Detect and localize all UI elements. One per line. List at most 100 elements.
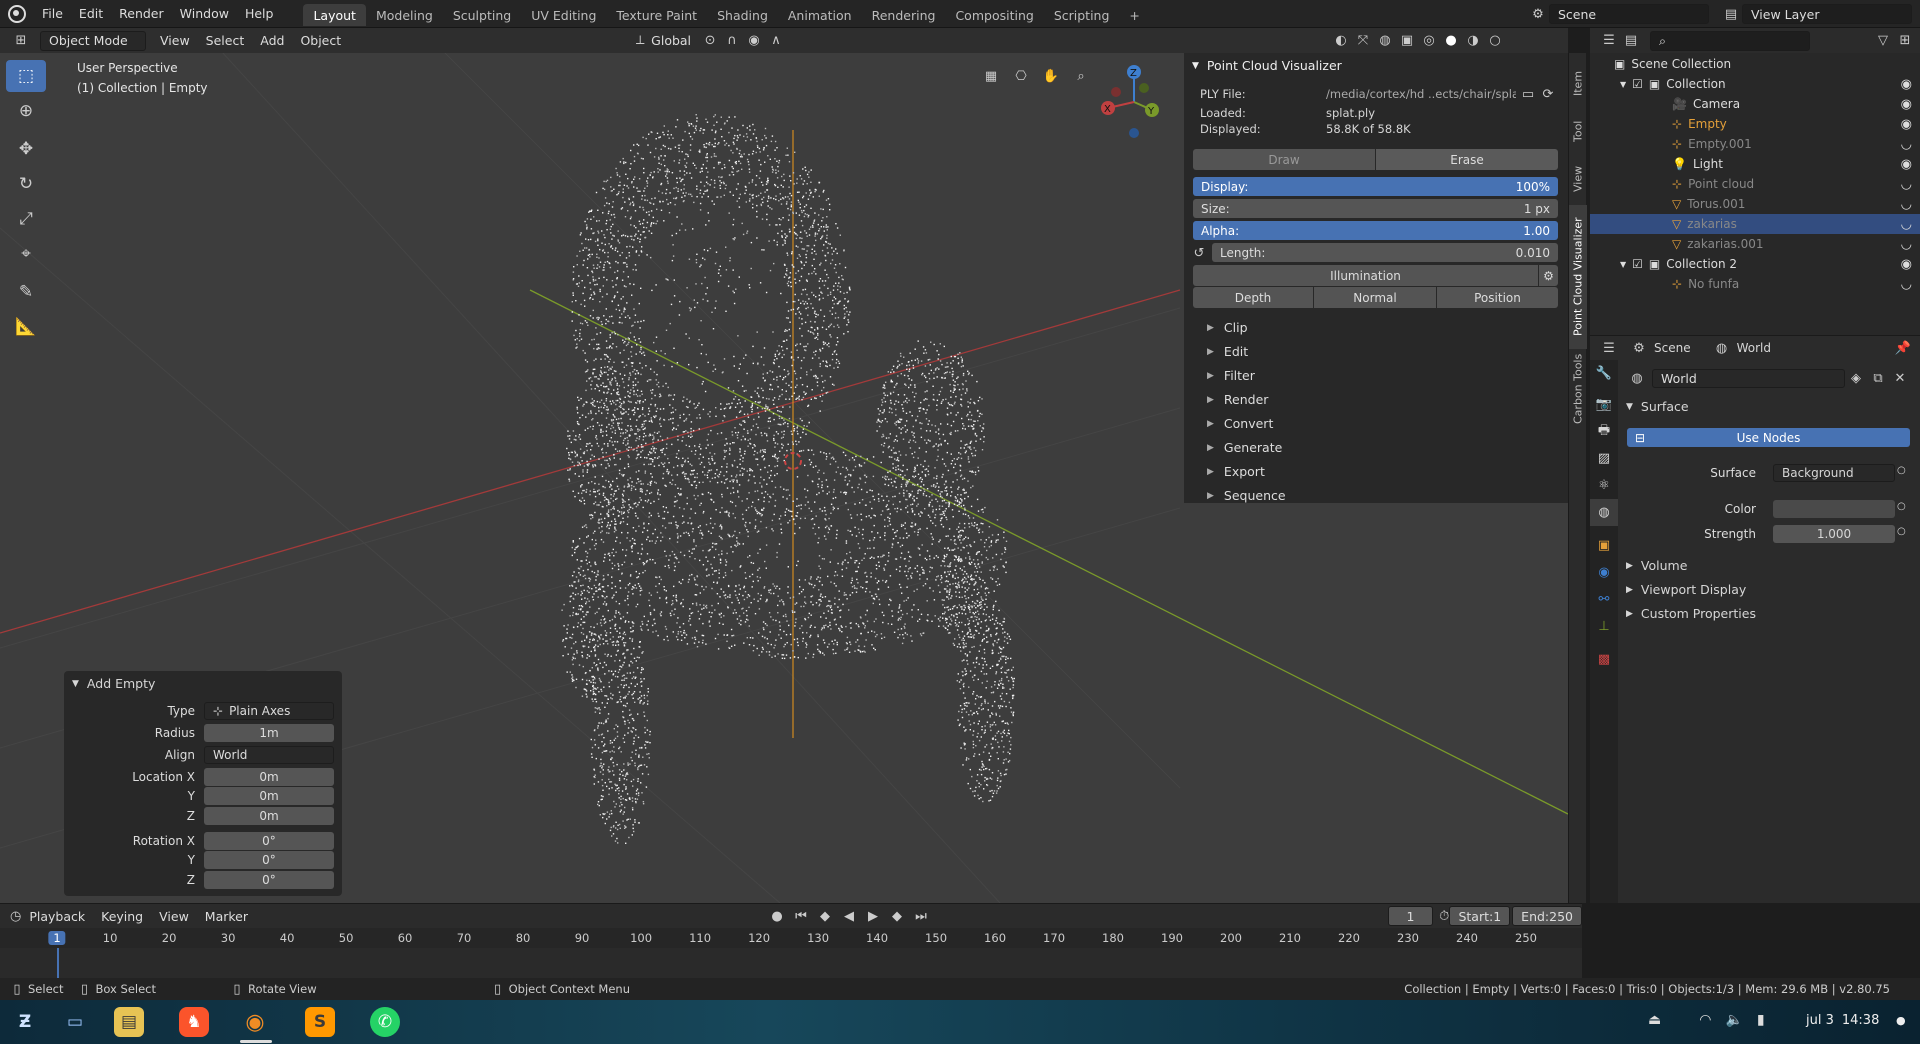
point-cloud-point <box>660 614 662 617</box>
point-cloud-point <box>807 216 809 218</box>
point-cloud-point <box>838 326 840 328</box>
point-cloud-point <box>690 523 692 525</box>
point-cloud-point <box>760 476 762 478</box>
point-cloud-point <box>610 493 612 496</box>
point-cloud-point <box>888 555 890 557</box>
menu-help[interactable]: Help <box>237 0 282 28</box>
point-cloud-point <box>983 423 985 425</box>
point-cloud-point <box>811 291 813 294</box>
point-cloud-point <box>698 457 700 460</box>
point-cloud-point <box>885 580 888 582</box>
point-cloud-point <box>578 475 580 477</box>
workspace-tab-layout[interactable]: Layout <box>303 4 366 26</box>
point-cloud-point <box>653 415 655 418</box>
point-cloud-point <box>777 595 779 597</box>
point-cloud-point <box>724 597 727 599</box>
point-cloud-point <box>834 496 837 499</box>
point-cloud-point <box>638 338 640 340</box>
scene-selector[interactable]: ⚙ Scene <box>1527 4 1709 24</box>
scene-field[interactable]: Scene <box>1549 4 1709 24</box>
point-cloud-point <box>763 479 765 481</box>
point-cloud-point <box>871 531 873 533</box>
point-cloud-point <box>958 591 961 594</box>
point-cloud-point <box>759 451 762 453</box>
point-cloud-point <box>631 235 633 238</box>
point-cloud-point <box>618 511 621 513</box>
point-cloud-point <box>658 386 660 388</box>
point-cloud-point <box>906 401 908 404</box>
point-cloud-point <box>869 539 871 542</box>
workspace-tab-texture-paint[interactable]: Texture Paint <box>606 4 707 26</box>
point-cloud-point <box>640 587 642 589</box>
point-cloud-point <box>628 378 630 381</box>
point-cloud-point <box>992 557 994 559</box>
point-cloud-point <box>709 480 711 483</box>
point-cloud-point <box>996 519 999 521</box>
point-cloud-point <box>797 656 799 659</box>
point-cloud-point <box>814 190 816 193</box>
point-cloud-point <box>901 613 904 616</box>
point-cloud-point <box>747 439 749 441</box>
point-cloud-point <box>786 269 788 272</box>
menu-edit[interactable]: Edit <box>71 0 111 28</box>
point-cloud-point <box>683 200 685 202</box>
point-cloud-point <box>773 197 775 200</box>
point-cloud-point <box>782 436 784 438</box>
point-cloud-point <box>643 562 646 565</box>
point-cloud-point <box>766 434 768 437</box>
workspace-tab-uv-editing[interactable]: UV Editing <box>521 4 606 26</box>
point-cloud-point <box>687 581 690 583</box>
point-cloud-point <box>705 353 707 356</box>
point-cloud-point <box>622 361 624 363</box>
point-cloud-point <box>723 140 726 142</box>
workspace-tab-shading[interactable]: Shading <box>707 4 778 26</box>
point-cloud-point <box>819 350 822 352</box>
point-cloud-point <box>953 355 956 358</box>
point-cloud-point <box>937 618 940 620</box>
point-cloud-point <box>738 496 740 498</box>
point-cloud-point <box>616 291 619 293</box>
point-cloud-point <box>609 383 611 385</box>
point-cloud-point <box>844 479 846 481</box>
point-cloud-point <box>958 581 960 583</box>
workspace-tab-rendering[interactable]: Rendering <box>862 4 946 26</box>
point-cloud-point <box>686 162 688 164</box>
point-cloud-point <box>734 116 736 118</box>
blender-logo[interactable] <box>0 0 34 28</box>
point-cloud-point <box>767 406 769 408</box>
point-cloud-point <box>790 309 792 311</box>
point-cloud-point <box>927 614 929 616</box>
point-cloud-point <box>579 417 581 419</box>
point-cloud-point <box>597 238 599 240</box>
workspace-tab-animation[interactable]: Animation <box>778 4 862 26</box>
menu-file[interactable]: File <box>34 0 71 28</box>
point-cloud-point <box>626 537 628 539</box>
point-cloud-point <box>914 484 916 486</box>
point-cloud-point <box>792 611 794 613</box>
workspace-tab-sculpting[interactable]: Sculpting <box>443 4 521 26</box>
menu-window[interactable]: Window <box>172 0 237 28</box>
point-cloud-point <box>936 409 938 411</box>
point-cloud-point <box>768 589 770 592</box>
view-layer-selector[interactable]: ▤ View Layer <box>1720 4 1912 24</box>
menu-render[interactable]: Render <box>111 0 172 28</box>
add-workspace-button[interactable]: + <box>1119 4 1149 26</box>
view-layer-field[interactable]: View Layer <box>1742 4 1912 24</box>
workspace-tab-modeling[interactable]: Modeling <box>366 4 443 26</box>
point-cloud-point <box>662 477 664 480</box>
workspace-tab-scripting[interactable]: Scripting <box>1044 4 1120 26</box>
point-cloud-point <box>608 465 610 467</box>
point-cloud-point <box>934 467 936 469</box>
point-cloud-point <box>880 556 882 558</box>
point-cloud-point <box>921 372 924 375</box>
point-cloud-point <box>919 578 921 580</box>
point-cloud-point <box>1005 571 1007 574</box>
workspace-tab-compositing[interactable]: Compositing <box>945 4 1043 26</box>
point-cloud-point <box>918 489 920 491</box>
point-cloud-point <box>773 359 776 361</box>
point-cloud-point <box>899 474 902 476</box>
point-cloud-point <box>980 539 982 541</box>
point-cloud-point <box>658 576 661 578</box>
point-cloud-point <box>665 628 668 630</box>
point-cloud-point <box>721 372 724 374</box>
